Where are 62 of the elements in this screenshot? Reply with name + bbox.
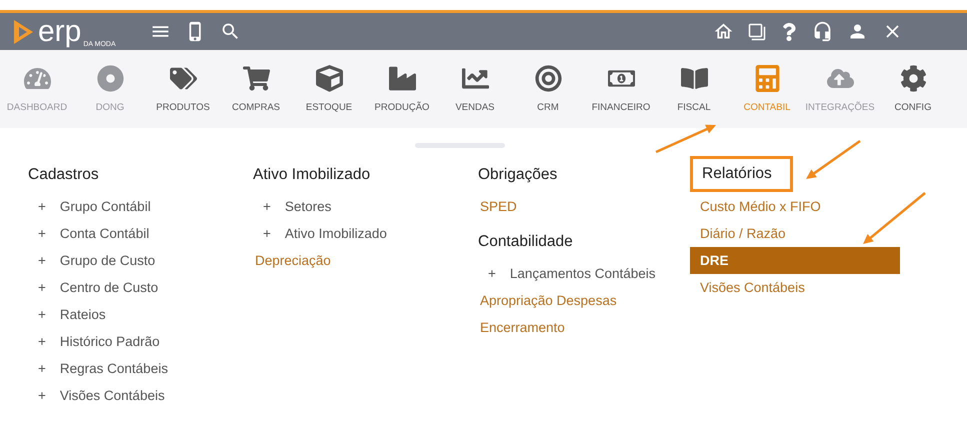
plus-sign: +: [38, 280, 46, 295]
menu-link[interactable]: + Regras Contábeis: [28, 355, 238, 382]
menu-link[interactable]: Depreciação: [253, 247, 463, 274]
plus-sign: +: [38, 388, 46, 403]
menu-link[interactable]: + Visões Contábeis: [28, 382, 238, 409]
module-tab[interactable]: CONFIG: [876, 65, 950, 113]
plus-sign: +: [38, 361, 46, 376]
plus-sign: +: [263, 226, 271, 241]
plus-sign: +: [488, 266, 496, 281]
module-tab[interactable]: ESTOQUE: [292, 65, 366, 113]
menu-link[interactable]: DRE: [690, 247, 900, 274]
cart-icon: [242, 65, 270, 92]
menu-link[interactable]: + Conta Contábil: [28, 220, 238, 247]
bullseye-icon: [534, 65, 562, 92]
section-title: Contabilidade: [478, 233, 573, 251]
tags-icon: [170, 65, 196, 92]
menu-link[interactable]: Diário / Razão: [698, 220, 908, 247]
menu-link[interactable]: Encerramento: [478, 314, 688, 341]
module-tab[interactable]: FISCAL: [657, 65, 731, 113]
plus-sign: +: [38, 334, 46, 349]
menu-link[interactable]: + Ativo Imobilizado: [253, 220, 463, 247]
module-tab[interactable]: FINANCEIRO: [584, 65, 658, 113]
section-title: Obrigações: [478, 166, 558, 184]
module-tab[interactable]: CRM: [511, 65, 585, 113]
section-title: Relatórios: [690, 156, 793, 192]
plus-sign: +: [38, 253, 46, 268]
cube-icon: [316, 65, 342, 92]
arrow-annotation: [655, 124, 716, 154]
menu-link[interactable]: Visões Contábeis: [698, 274, 908, 301]
menu-link[interactable]: + Histórico Padrão: [28, 328, 238, 355]
plus-sign: +: [38, 307, 46, 322]
headset-icon[interactable]: [812, 21, 833, 42]
arrow-annotation: [863, 192, 926, 244]
gauge-icon: [24, 65, 50, 92]
target-icon: [96, 65, 124, 92]
section-title: Ativo Imobilizado: [253, 166, 370, 184]
menu-link[interactable]: Apropriação Despesas: [478, 287, 688, 314]
menu-link[interactable]: + Lançamentos Contábeis: [478, 260, 688, 287]
module-tab[interactable]: PRODUÇÃO: [365, 65, 439, 113]
gear-icon: [900, 65, 926, 92]
menu-link[interactable]: Custo Médio x FIFO: [698, 193, 908, 220]
section-title: Cadastros: [28, 166, 99, 184]
module-tab[interactable]: VENDAS: [438, 65, 512, 113]
menu-link[interactable]: SPED: [478, 193, 688, 220]
menu-link[interactable]: + Centro de Custo: [28, 274, 238, 301]
windows-icon[interactable]: [748, 22, 766, 40]
menu-link[interactable]: + Rateios: [28, 301, 238, 328]
play-logo-icon: [12, 18, 34, 44]
search-icon[interactable]: [220, 21, 241, 42]
plus-sign: +: [38, 226, 46, 241]
menu-link[interactable]: + Grupo de Custo: [28, 247, 238, 274]
menu-link[interactable]: + Grupo Contábil: [28, 193, 238, 220]
factory-icon: [388, 65, 416, 92]
plus-sign: +: [263, 199, 271, 214]
calculator-icon: [754, 65, 780, 92]
plus-sign: +: [38, 199, 46, 214]
module-tab[interactable]: COMPRAS: [219, 65, 293, 113]
help-icon[interactable]: [780, 22, 798, 40]
book-icon: [680, 65, 708, 92]
module-tab[interactable]: PRODUTOS: [146, 65, 220, 113]
arrow-annotation: [806, 140, 861, 179]
menu-link[interactable]: + Setores: [253, 193, 463, 220]
